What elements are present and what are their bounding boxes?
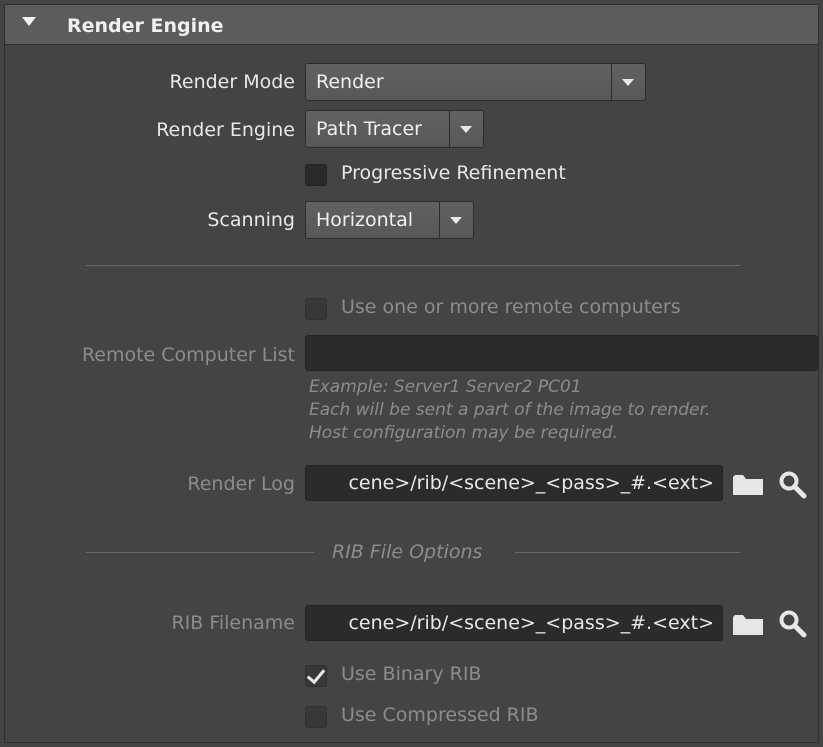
remote-hint-line-3: Host configuration may be required. [309, 423, 619, 443]
render-engine-value: Path Tracer [316, 118, 422, 140]
chevron-down-icon[interactable] [449, 111, 483, 147]
rib-file-options-title: RIB File Options [332, 541, 483, 563]
remote-hint-line-2: Each will be sent a part of the image to… [309, 400, 711, 420]
folder-icon[interactable] [732, 473, 764, 497]
remote-computer-list-input[interactable] [305, 335, 818, 371]
use-binary-rib-checkbox[interactable] [305, 664, 327, 687]
remote-hint-line-1: Example: Server1 Server2 PC01 [309, 377, 582, 397]
render-mode-label: Render Mode [169, 71, 295, 93]
progressive-refinement-label: Progressive Refinement [341, 162, 566, 184]
rib-filename-input[interactable]: cene>/rib/<scene>_<pass>_#.<ext> [305, 605, 723, 641]
render-log-value: cene>/rib/<scene>_<pass>_#.<ext> [348, 472, 714, 494]
render-log-label: Render Log [187, 473, 295, 495]
rib-filename-value: cene>/rib/<scene>_<pass>_#.<ext> [348, 612, 714, 634]
rib-filename-label: RIB Filename [171, 612, 295, 634]
chevron-down-icon[interactable] [439, 202, 473, 238]
magnifier-icon[interactable] [778, 470, 808, 500]
divider [515, 552, 740, 553]
scanning-dropdown[interactable]: Horizontal [305, 201, 474, 239]
folder-icon[interactable] [732, 613, 764, 637]
use-remote-computers-label: Use one or more remote computers [341, 296, 681, 318]
divider [86, 552, 314, 553]
render-engine-panel: Render Engine Render Mode Render Render … [4, 4, 819, 743]
render-engine-dropdown[interactable]: Path Tracer [305, 110, 484, 148]
render-mode-value: Render [316, 71, 384, 93]
scanning-label: Scanning [207, 209, 295, 231]
divider [86, 265, 740, 266]
use-compressed-rib-label: Use Compressed RIB [341, 704, 539, 726]
checkmark-icon [306, 664, 326, 685]
progressive-refinement-checkbox[interactable] [305, 164, 327, 186]
render-mode-dropdown[interactable]: Render [305, 63, 646, 101]
render-engine-label: Render Engine [156, 119, 295, 141]
magnifier-icon[interactable] [778, 609, 808, 639]
collapse-triangle-icon[interactable] [22, 17, 36, 26]
chevron-down-icon[interactable] [611, 64, 645, 100]
render-log-input[interactable]: cene>/rib/<scene>_<pass>_#.<ext> [305, 465, 723, 501]
section-header[interactable]: Render Engine [5, 5, 818, 45]
remote-computer-list-label: Remote Computer List [81, 344, 295, 366]
section-title: Render Engine [67, 15, 224, 37]
use-binary-rib-label: Use Binary RIB [341, 663, 482, 685]
use-compressed-rib-checkbox[interactable] [305, 706, 327, 728]
use-remote-computers-checkbox[interactable] [305, 298, 327, 320]
scanning-value: Horizontal [316, 209, 414, 231]
